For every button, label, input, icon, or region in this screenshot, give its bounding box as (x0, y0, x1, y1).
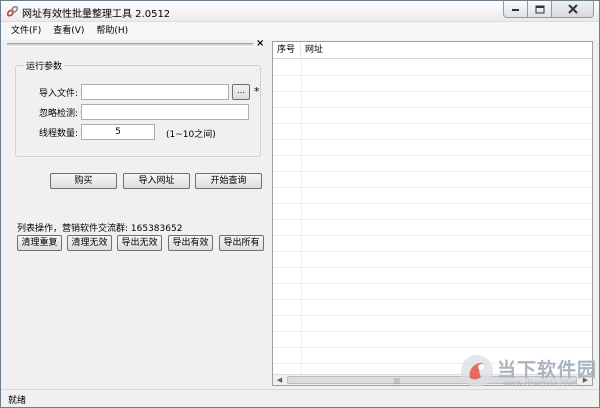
import-file-input[interactable] (81, 84, 229, 100)
watermark-name: 当下软件园 (497, 359, 598, 381)
group-title: 运行参数 (24, 59, 65, 72)
clean-invalid-button[interactable]: 清理无效 (67, 235, 112, 251)
maximize-icon (535, 5, 544, 13)
list-row-line (273, 124, 592, 140)
link-icon (6, 5, 19, 17)
menu-help[interactable]: 帮助(H) (90, 23, 134, 39)
list-row-line (273, 108, 592, 124)
menu-file[interactable]: 文件(F) (5, 23, 47, 39)
panel-close-button[interactable]: × (256, 38, 264, 49)
list-row-line (273, 172, 592, 188)
watermark-url: www.downxia.com (503, 379, 578, 388)
thread-count-input[interactable]: 5 (81, 124, 155, 140)
status-text: 就绪 (8, 396, 27, 406)
list-row-line (273, 156, 592, 172)
column-divider (301, 60, 302, 375)
minimize-button[interactable] (503, 1, 528, 18)
scroll-grip-icon: ||| (394, 378, 401, 385)
export-valid-button[interactable]: 导出有效 (168, 235, 213, 251)
list-row-line (273, 188, 592, 204)
start-query-button[interactable]: 开始查询 (195, 173, 262, 189)
menu-view[interactable]: 查看(V) (47, 23, 90, 39)
window-title: 网址有效性批量整理工具 2.0512 (22, 9, 171, 20)
scroll-left-icon[interactable]: ◀ (274, 375, 285, 385)
list-row-line (273, 236, 592, 252)
clean-duplicates-button[interactable]: 清理重复 (17, 235, 62, 251)
title-bar[interactable]: 网址有效性批量整理工具 2.0512 (1, 1, 599, 22)
maximize-button[interactable] (528, 1, 552, 18)
export-all-button[interactable]: 导出所有 (219, 235, 264, 251)
list-row-line (273, 220, 592, 236)
ignore-check-label: 忽略检测: (38, 109, 78, 119)
export-invalid-button[interactable]: 导出无效 (117, 235, 162, 251)
import-urls-button[interactable]: 导入网址 (123, 173, 190, 189)
list-rows (273, 60, 592, 375)
window-controls (503, 1, 594, 19)
list-row-line (273, 316, 592, 332)
close-icon (567, 4, 578, 14)
list-row-line (273, 92, 592, 108)
run-params-group: 运行参数 导入文件: ... * 忽略检测: 线程数量: 5 (1~10之间) (15, 59, 261, 157)
thread-count-label: 线程数量: (38, 129, 78, 139)
import-file-label: 导入文件: (38, 89, 78, 99)
main-window: 网址有效性批量整理工具 2.0512 文件(F) 查看(V) 帮助(H) × 运… (0, 0, 600, 408)
column-index[interactable]: 序号 (273, 42, 301, 59)
list-row-line (273, 140, 592, 156)
watermark-logo-icon (461, 355, 493, 387)
minimize-icon (512, 9, 519, 11)
watermark: 当下软件园 www.downxia.com (459, 353, 596, 393)
ignore-check-input[interactable] (81, 104, 249, 120)
url-list[interactable]: 序号 网址 ◀ ||| ▶ (272, 41, 593, 386)
buy-button[interactable]: 购买 (50, 173, 117, 189)
list-row-line (273, 204, 592, 220)
list-row-line (273, 284, 592, 300)
list-row-line (273, 76, 592, 92)
column-url[interactable]: 网址 (301, 42, 592, 59)
list-row-line (273, 300, 592, 316)
left-panel: × 运行参数 导入文件: ... * 忽略检测: 线程数量: 5 (1~10之间… (5, 38, 267, 386)
list-row-line (273, 60, 592, 76)
list-row-line (273, 268, 592, 284)
panel-grip[interactable] (7, 43, 253, 47)
thread-count-hint: (1~10之间) (166, 130, 216, 140)
menu-bar: 文件(F) 查看(V) 帮助(H) (1, 22, 599, 40)
list-row-line (273, 252, 592, 268)
browse-button[interactable]: ... (232, 84, 250, 100)
list-header: 序号 网址 (273, 42, 592, 59)
close-button[interactable] (552, 1, 594, 18)
list-ops-label: 列表操作，营销软件交流群: 165383652 (17, 224, 183, 234)
required-mark: * (254, 85, 260, 98)
list-row-line (273, 332, 592, 348)
